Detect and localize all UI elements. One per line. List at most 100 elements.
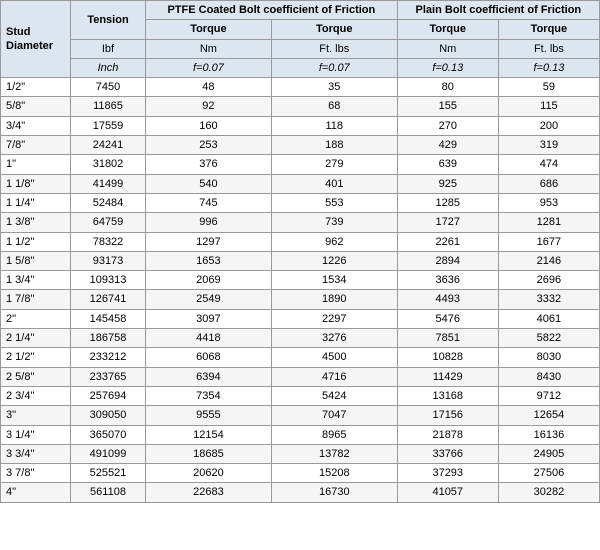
- bolt-torque-table: Stud Diameter Tension PTFE Coated Bolt c…: [0, 0, 600, 503]
- plain-ftlbs-label: Ft. lbs: [498, 39, 599, 58]
- plain-nm-cell: 17156: [397, 406, 498, 425]
- size-cell: 1 1/4": [1, 193, 71, 212]
- header-row-1: Stud Diameter Tension PTFE Coated Bolt c…: [1, 1, 600, 20]
- table-row: 2 5/8"23376563944716114298430: [1, 367, 600, 386]
- size-cell: 3": [1, 406, 71, 425]
- ptfe-ftlbs-cell: 1534: [271, 271, 397, 290]
- tension-cell: 41499: [71, 174, 146, 193]
- ptfe-nm-cell: 1653: [146, 251, 272, 270]
- ptfe-ftlbs-cell: 5424: [271, 386, 397, 405]
- table-row: 7/8"24241253188429319: [1, 136, 600, 155]
- ptfe-nm-cell: 22683: [146, 483, 272, 502]
- ptfe-ftlbs-cell: 68: [271, 97, 397, 116]
- size-cell: 3/4": [1, 116, 71, 135]
- plain-nm-cell: 1285: [397, 193, 498, 212]
- plain-nm-cell: 21878: [397, 425, 498, 444]
- size-cell: 7/8": [1, 136, 71, 155]
- ptfe-ftlbs-cell: 4500: [271, 348, 397, 367]
- plain-nm-cell: 10828: [397, 348, 498, 367]
- tension-cell: 126741: [71, 290, 146, 309]
- ptfe-ftlbs-cell: 4716: [271, 367, 397, 386]
- size-cell: 1/2": [1, 78, 71, 97]
- plain-ftlbs-cell: 9712: [498, 386, 599, 405]
- ptfe-nm-cell: 48: [146, 78, 272, 97]
- table-row: 2 3/4"25769473545424131689712: [1, 386, 600, 405]
- plain-ftlbs-cell: 953: [498, 193, 599, 212]
- plain-nm-cell: 37293: [397, 464, 498, 483]
- plain-nm-cell: 80: [397, 78, 498, 97]
- size-cell: 3 3/4": [1, 444, 71, 463]
- size-cell: 1 5/8": [1, 251, 71, 270]
- plain-ftlbs-cell: 319: [498, 136, 599, 155]
- table-row: 1 5/8"931731653122628942146: [1, 251, 600, 270]
- ptfe-torque-label2: Torque: [271, 20, 397, 39]
- size-cell: 1 7/8": [1, 290, 71, 309]
- plain-ftlbs-cell: 686: [498, 174, 599, 193]
- plain-ftlbs-cell: 16136: [498, 425, 599, 444]
- plain-ftlbs-cell: 115: [498, 97, 599, 116]
- plain-ftlbs-cell: 2696: [498, 271, 599, 290]
- ptfe-ftlbs-cell: 279: [271, 155, 397, 174]
- size-cell: 2 3/4": [1, 386, 71, 405]
- tension-cell: 93173: [71, 251, 146, 270]
- plain-ftlbs-cell: 12654: [498, 406, 599, 425]
- ptfe-ftlbs-cell: 188: [271, 136, 397, 155]
- table-row: 3"309050955570471715612654: [1, 406, 600, 425]
- table-row: 1 1/4"524847455531285953: [1, 193, 600, 212]
- plain-f013-1: f=0.13: [397, 58, 498, 77]
- ptfe-nm-cell: 160: [146, 116, 272, 135]
- size-cell: 2 1/2": [1, 348, 71, 367]
- size-cell: 1 1/8": [1, 174, 71, 193]
- tension-cell: 561108: [71, 483, 146, 502]
- size-cell: 2 5/8": [1, 367, 71, 386]
- table-row: 3 1/4"3650701215489652187816136: [1, 425, 600, 444]
- tension-header: Tension: [71, 1, 146, 40]
- plain-nm-cell: 639: [397, 155, 498, 174]
- header-row-4: Inch f=0.07 f=0.07 f=0.13 f=0.13: [1, 58, 600, 77]
- ptfe-nm-cell: 92: [146, 97, 272, 116]
- table-container: Stud Diameter Tension PTFE Coated Bolt c…: [0, 0, 600, 503]
- ptfe-group-header: PTFE Coated Bolt coefficient of Friction: [146, 1, 398, 20]
- size-cell: 1 1/2": [1, 232, 71, 251]
- plain-nm-cell: 5476: [397, 309, 498, 328]
- plain-nm-cell: 1727: [397, 213, 498, 232]
- stud-diameter-header: Stud Diameter: [1, 1, 71, 78]
- ptfe-nm-cell: 745: [146, 193, 272, 212]
- plain-ftlbs-cell: 27506: [498, 464, 599, 483]
- ptfe-ftlbs-label: Ft. lbs: [271, 39, 397, 58]
- ptfe-f007-2: f=0.07: [271, 58, 397, 77]
- plain-ftlbs-cell: 3332: [498, 290, 599, 309]
- size-cell: 5/8": [1, 97, 71, 116]
- plain-ftlbs-cell: 2146: [498, 251, 599, 270]
- ptfe-f007-1: f=0.07: [146, 58, 272, 77]
- tension-cell: 233212: [71, 348, 146, 367]
- plain-nm-cell: 11429: [397, 367, 498, 386]
- ptfe-ftlbs-cell: 553: [271, 193, 397, 212]
- ptfe-nm-cell: 4418: [146, 329, 272, 348]
- ptfe-nm-label: Nm: [146, 39, 272, 58]
- plain-ftlbs-cell: 59: [498, 78, 599, 97]
- ptfe-nm-cell: 6394: [146, 367, 272, 386]
- tension-cell: 64759: [71, 213, 146, 232]
- tension-cell: 365070: [71, 425, 146, 444]
- ptfe-nm-cell: 12154: [146, 425, 272, 444]
- ptfe-nm-cell: 996: [146, 213, 272, 232]
- plain-nm-cell: 4493: [397, 290, 498, 309]
- table-row: 1/2"745048358059: [1, 78, 600, 97]
- ptfe-ftlbs-cell: 8965: [271, 425, 397, 444]
- table-row: 4"56110822683167304105730282: [1, 483, 600, 502]
- plain-ftlbs-cell: 8030: [498, 348, 599, 367]
- tension-cell: 145458: [71, 309, 146, 328]
- table-row: 3/4"17559160118270200: [1, 116, 600, 135]
- ptfe-nm-cell: 253: [146, 136, 272, 155]
- ptfe-ftlbs-cell: 15208: [271, 464, 397, 483]
- ptfe-nm-cell: 9555: [146, 406, 272, 425]
- tension-cell: 78322: [71, 232, 146, 251]
- size-cell: 3 7/8": [1, 464, 71, 483]
- ptfe-nm-cell: 540: [146, 174, 272, 193]
- tension-cell: 233765: [71, 367, 146, 386]
- plain-nm-cell: 2261: [397, 232, 498, 251]
- plain-ftlbs-cell: 1677: [498, 232, 599, 251]
- plain-torque-label2: Torque: [498, 20, 599, 39]
- size-cell: 3 1/4": [1, 425, 71, 444]
